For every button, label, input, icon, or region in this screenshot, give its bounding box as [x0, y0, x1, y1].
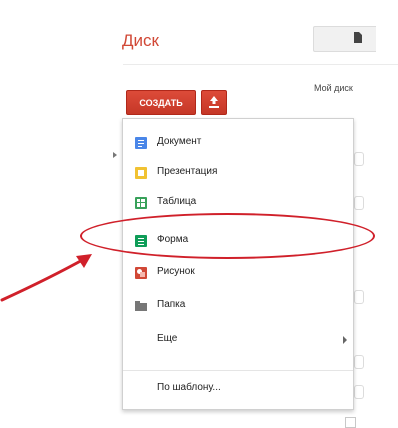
menu-item-label: Папка: [157, 299, 186, 310]
header-divider: [123, 64, 398, 65]
document-icon: [135, 137, 147, 149]
folder-icon: [135, 300, 147, 312]
document-type-icon[interactable]: [354, 32, 362, 43]
menu-item-label: Еще: [157, 333, 178, 344]
menu-item-more[interactable]: Еще: [123, 326, 353, 354]
menu-item-folder[interactable]: Папка: [123, 292, 353, 320]
menu-item-from-template[interactable]: По шаблону...: [123, 375, 353, 403]
menu-divider: [123, 370, 353, 371]
upload-icon: [209, 96, 219, 108]
menu-item-drawing[interactable]: Рисунок: [123, 259, 353, 287]
background-star-icon[interactable]: [354, 152, 364, 166]
create-button[interactable]: СОЗДАТЬ: [126, 90, 196, 115]
annotation-arrow: [0, 254, 92, 302]
menu-item-label: Рисунок: [157, 266, 195, 277]
menu-item-label: По шаблону...: [157, 382, 221, 393]
submenu-arrow-icon: [343, 336, 347, 344]
background-star-icon[interactable]: [354, 385, 364, 399]
search-box[interactable]: [313, 26, 376, 52]
spreadsheet-icon: [135, 197, 147, 209]
drawing-icon: [135, 267, 147, 279]
expand-tree-icon[interactable]: [113, 152, 117, 158]
checkbox[interactable]: [345, 417, 356, 428]
create-menu: Документ Презентация Таблица Форма Рисун…: [122, 118, 354, 410]
menu-item-label: Таблица: [157, 196, 197, 207]
breadcrumb[interactable]: Мой диск: [314, 83, 353, 93]
app-title: Диск: [122, 31, 159, 50]
menu-item-presentation[interactable]: Презентация: [123, 159, 353, 187]
menu-item-label: Документ: [157, 136, 202, 147]
background-star-icon[interactable]: [354, 196, 364, 210]
menu-item-label: Презентация: [157, 166, 218, 177]
presentation-icon: [135, 167, 147, 179]
highlight-annotation: [80, 213, 375, 259]
background-star-icon[interactable]: [354, 355, 364, 369]
menu-item-document[interactable]: Документ: [123, 129, 353, 157]
upload-button[interactable]: [201, 90, 227, 115]
background-star-icon[interactable]: [354, 290, 364, 304]
